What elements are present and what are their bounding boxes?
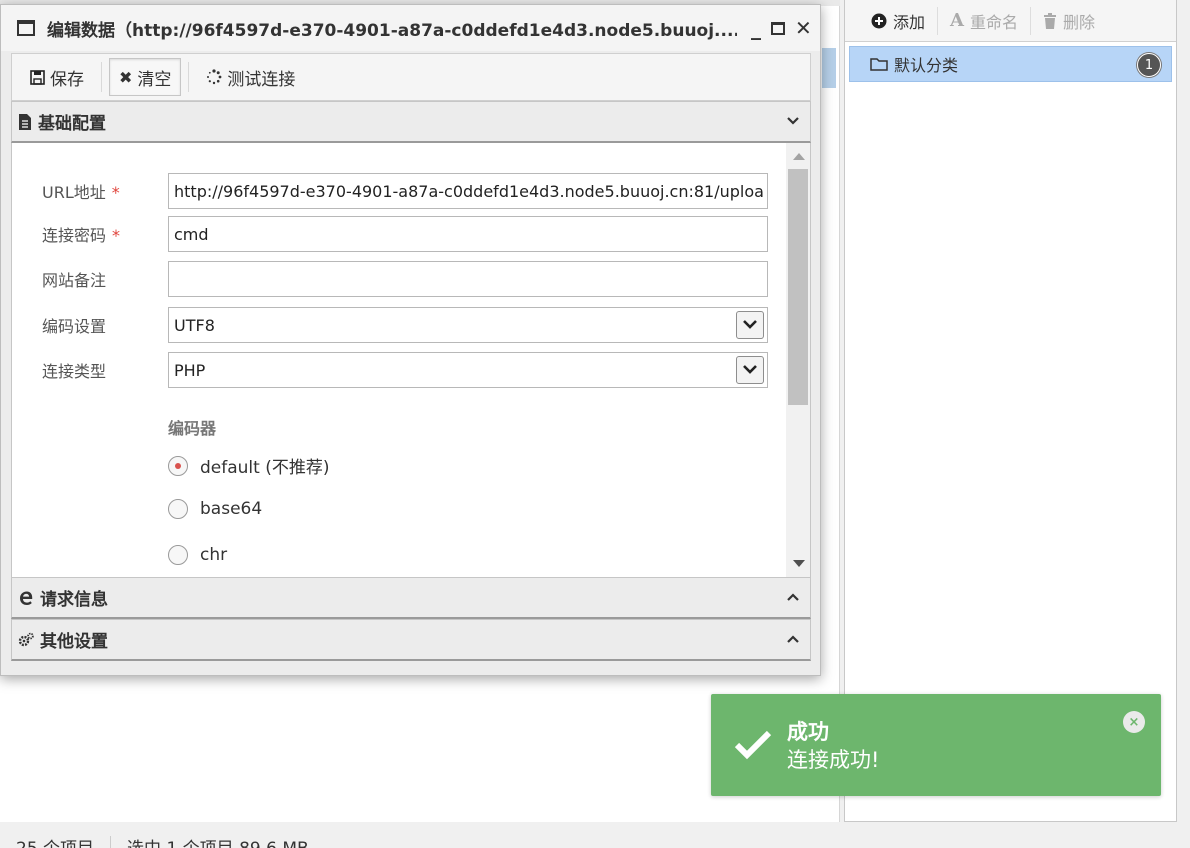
encoding-label: 编码设置 — [42, 317, 107, 336]
section-request-info[interactable]: 请求信息 — [11, 577, 811, 619]
note-label: 网站备注 — [42, 271, 107, 290]
type-select[interactable]: PHP — [168, 352, 768, 388]
type-row: 连接类型 PHP — [42, 352, 768, 388]
scroll-down-arrow[interactable] — [793, 560, 805, 567]
selection-info: 选中 1 个项目 89.6 MB — [127, 834, 309, 848]
background-selection-strip — [822, 48, 836, 88]
toolbar-divider — [188, 62, 190, 92]
category-toolbar: 添加 A 重命名 删除 — [845, 0, 1176, 42]
type-label: 连接类型 — [42, 362, 107, 381]
window-icon — [17, 20, 35, 36]
delete-category-label: 删除 — [1063, 12, 1096, 32]
save-label: 保存 — [50, 69, 84, 90]
save-icon — [30, 69, 45, 85]
edit-data-dialog: 编辑数据（http://96f4597d-e370-4901-a87a-c0dd… — [0, 4, 821, 676]
radio-button[interactable] — [168, 455, 188, 476]
test-connection-label: 测试连接 — [227, 69, 296, 90]
section-basic-label: 基础配置 — [38, 114, 106, 134]
clear-label: 清空 — [137, 69, 172, 90]
encoder-option-label: base64 — [200, 499, 263, 519]
rename-category-button[interactable]: A 重命名 — [938, 0, 1030, 42]
password-input[interactable]: cmd — [168, 216, 768, 252]
password-label-wrap: 连接密码 * — [42, 222, 168, 246]
section-other-label: 其他设置 — [40, 632, 108, 652]
item-count: 25 个项目 — [16, 834, 94, 848]
success-toast: 成功 连接成功! × — [711, 694, 1161, 796]
clear-button[interactable]: ✖ 清空 — [109, 58, 182, 96]
section-request-label: 请求信息 — [40, 590, 108, 610]
note-row: 网站备注 — [42, 261, 768, 297]
category-count-badge: 1 — [1137, 53, 1161, 77]
checkmark-icon — [734, 730, 772, 760]
toast-title: 成功 — [787, 720, 829, 744]
status-bar: 25 个项目 选中 1 个项目 89.6 MB — [0, 822, 1190, 848]
required-mark: * — [111, 183, 120, 202]
category-item-default[interactable]: 默认分类 1 — [849, 46, 1172, 82]
note-input[interactable] — [168, 261, 768, 297]
test-connection-button[interactable]: 测试连接 — [196, 58, 305, 96]
add-category-label: 添加 — [893, 12, 926, 32]
toast-message: 连接成功! — [787, 748, 880, 772]
trash-icon — [1044, 12, 1056, 29]
spinner-icon — [207, 69, 222, 85]
dialog-body: 保存 ✖ 清空 测试连接 基础配置 URL地址 * http://96f4597d… — [11, 53, 811, 667]
required-mark: * — [112, 226, 121, 245]
url-row: URL地址 * http://96f4597d-e370-4901-a87a-c0… — [42, 173, 768, 209]
chevron-down-icon — [736, 311, 764, 339]
document-icon — [19, 113, 31, 130]
ie-icon — [20, 591, 33, 605]
add-category-button[interactable]: 添加 — [859, 0, 937, 42]
radio-button[interactable] — [168, 499, 188, 519]
basic-config-panel: URL地址 * http://96f4597d-e370-4901-a87a-c0… — [11, 143, 811, 577]
close-icon: × — [1128, 714, 1140, 730]
type-value: PHP — [174, 360, 206, 380]
url-label: URL地址 — [42, 183, 106, 202]
maximize-button[interactable] — [771, 16, 785, 40]
chevron-down-icon — [787, 117, 799, 125]
chevron-down-icon — [736, 356, 764, 384]
save-button[interactable]: 保存 — [20, 58, 94, 96]
section-basic-config[interactable]: 基础配置 — [11, 101, 811, 143]
chevron-up-icon — [787, 635, 799, 643]
scroll-up-arrow[interactable] — [793, 153, 805, 160]
encoder-option[interactable]: default (不推荐) — [168, 453, 329, 478]
password-row: 连接密码 * cmd — [42, 216, 768, 252]
url-input[interactable]: http://96f4597d-e370-4901-a87a-c0ddefd1e… — [168, 173, 768, 209]
encoder-option-label: default (不推荐) — [200, 458, 330, 478]
close-button[interactable]: ✕ — [795, 16, 812, 40]
form-scrollbar[interactable] — [786, 143, 810, 577]
minimize-button[interactable]: _ — [751, 16, 761, 40]
dialog-toolbar: 保存 ✖ 清空 测试连接 — [11, 53, 811, 101]
plus-circle-icon — [871, 13, 887, 28]
section-other-settings[interactable]: 其他设置 — [11, 619, 811, 661]
chevron-up-icon — [787, 593, 799, 601]
encoder-option[interactable]: chr — [168, 545, 227, 565]
rename-category-label: 重命名 — [969, 12, 1018, 32]
toast-close-button[interactable]: × — [1123, 711, 1145, 733]
dialog-title: 编辑数据（http://96f4597d-e370-4901-a87a-c0dd… — [47, 20, 737, 41]
encoder-option[interactable]: base64 — [168, 499, 262, 519]
font-icon: A — [950, 10, 964, 31]
maximize-icon — [771, 22, 785, 35]
dialog-titlebar[interactable]: 编辑数据（http://96f4597d-e370-4901-a87a-c0dd… — [1, 5, 820, 51]
radio-button[interactable] — [168, 545, 188, 565]
toolbar-divider — [101, 62, 102, 92]
category-item-label: 默认分类 — [894, 56, 959, 75]
password-label: 连接密码 — [42, 226, 107, 245]
encoding-row: 编码设置 UTF8 — [42, 307, 768, 343]
encoding-select[interactable]: UTF8 — [168, 307, 768, 343]
status-divider — [110, 836, 112, 848]
encoder-heading: 编码器 — [168, 419, 217, 438]
delete-category-button[interactable]: 删除 — [1031, 0, 1107, 42]
encoder-option-label: chr — [200, 545, 228, 565]
encoding-value: UTF8 — [174, 315, 215, 335]
clear-x-icon: ✖ — [119, 67, 133, 87]
url-label-wrap: URL地址 * — [42, 179, 168, 203]
gears-icon — [18, 632, 34, 646]
scroll-thumb[interactable] — [788, 169, 808, 405]
folder-icon — [870, 58, 888, 71]
